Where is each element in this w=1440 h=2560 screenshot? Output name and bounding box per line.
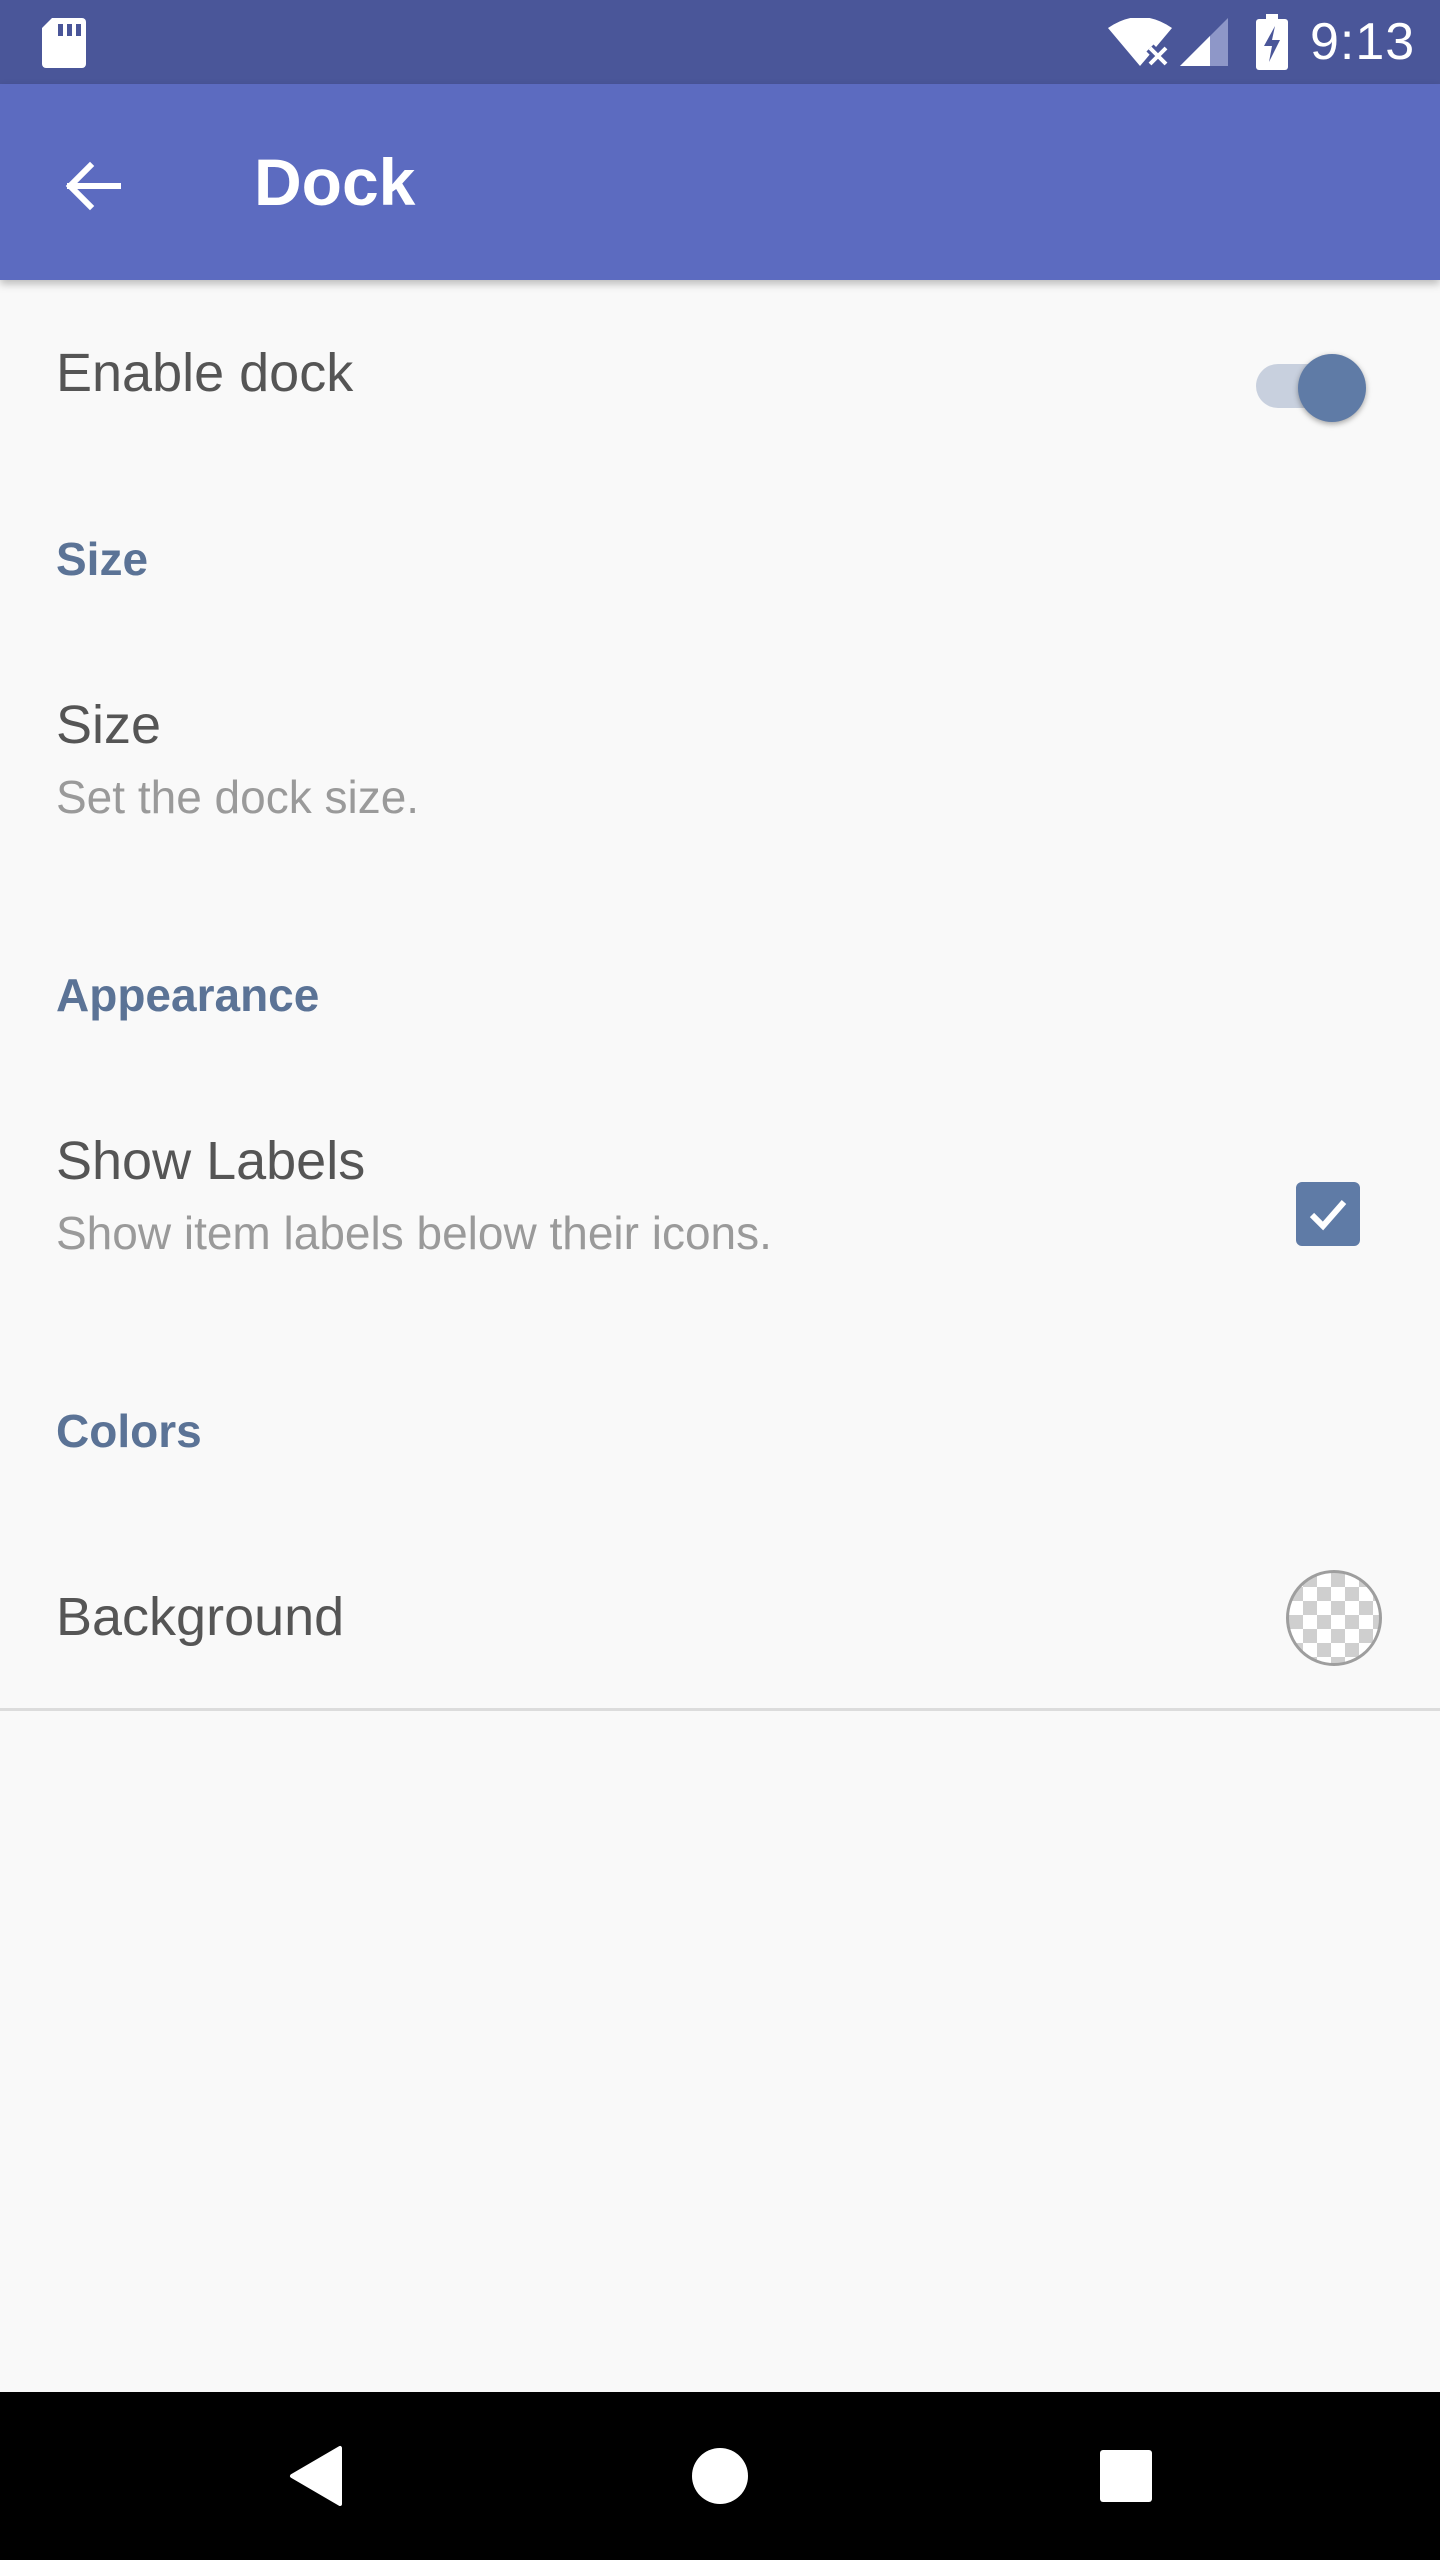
show-labels-checkbox[interactable]	[1296, 1182, 1360, 1246]
size-title: Size	[56, 695, 162, 755]
status-clock: 9:13	[1310, 13, 1416, 71]
nav-back-button[interactable]	[268, 2428, 364, 2524]
section-header-appearance: Appearance	[56, 969, 320, 1021]
battery-charging-icon	[1256, 14, 1288, 70]
cell-signal-icon	[1180, 18, 1228, 66]
show-labels-row[interactable]: Show Labels Show item labels below their…	[0, 1096, 1440, 1296]
app-bar: Dock	[0, 84, 1440, 280]
show-labels-summary: Show item labels below their icons.	[56, 1207, 772, 1259]
status-bar: 9:13	[0, 0, 1440, 84]
nav-home-button[interactable]	[672, 2428, 768, 2524]
wifi-icon	[1108, 18, 1172, 68]
show-labels-title: Show Labels	[56, 1131, 366, 1191]
home-circle-icon	[692, 2448, 748, 2504]
screen: 9:13 Dock Enable dock Size Size Set the …	[0, 0, 1440, 2560]
back-triangle-icon	[290, 2446, 342, 2506]
background-title: Background	[56, 1587, 345, 1647]
divider	[0, 1708, 1440, 1711]
section-header-size: Size	[56, 533, 149, 585]
section-header-colors: Colors	[56, 1405, 202, 1457]
recents-square-icon	[1100, 2450, 1152, 2502]
enable-dock-title: Enable dock	[56, 343, 354, 403]
navigation-bar	[0, 2392, 1440, 2560]
enable-dock-row[interactable]: Enable dock	[0, 280, 1440, 470]
nav-recents-button[interactable]	[1078, 2428, 1174, 2524]
enable-dock-switch[interactable]	[1252, 340, 1372, 422]
background-row[interactable]: Background	[0, 1524, 1440, 1708]
switch-thumb	[1298, 354, 1366, 422]
page-title: Dock	[254, 145, 416, 219]
back-button[interactable]	[44, 138, 140, 234]
size-row[interactable]: Size Set the dock size.	[0, 660, 1440, 860]
checkmark-icon	[1309, 1200, 1347, 1231]
arrow-back-icon	[65, 161, 121, 211]
sd-card-icon	[42, 18, 86, 68]
background-color-swatch[interactable]	[1286, 1570, 1382, 1666]
size-summary: Set the dock size.	[56, 771, 420, 823]
